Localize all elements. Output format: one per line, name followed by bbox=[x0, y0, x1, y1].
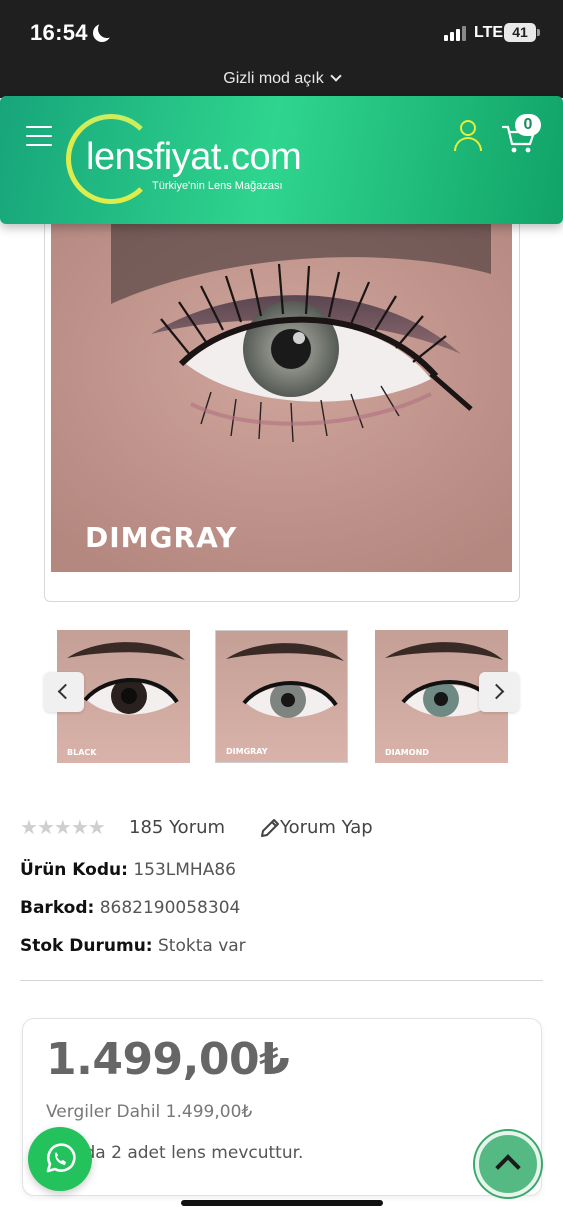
home-indicator bbox=[181, 1200, 383, 1206]
status-bar: 16:54 LTE 41 bbox=[0, 0, 563, 64]
network-label: LTE bbox=[474, 24, 504, 41]
user-icon[interactable] bbox=[453, 120, 483, 152]
star-icon: ★ bbox=[36, 817, 55, 839]
thumb-eye-illustration bbox=[226, 643, 344, 718]
logo-tagline: Türkiye'nin Lens Mağazası bbox=[152, 180, 283, 192]
chevron-up-icon bbox=[495, 1154, 521, 1180]
rating-stars: ★★★★★ bbox=[20, 817, 106, 839]
whatsapp-button[interactable] bbox=[28, 1127, 92, 1191]
battery-cap bbox=[537, 29, 540, 36]
chevron-down-icon bbox=[330, 70, 342, 82]
signal-icon bbox=[444, 25, 468, 41]
product-main-image[interactable]: DIMGRAY bbox=[51, 224, 512, 572]
moon-icon bbox=[98, 20, 116, 38]
site-header: lensfiyat.com Türkiye'nin Lens Mağazası … bbox=[0, 96, 563, 224]
product-code-value: 153LMHA86 bbox=[133, 860, 236, 880]
thumbnail-label: BLACK bbox=[67, 748, 97, 757]
barcode-label: Barkod: bbox=[20, 898, 95, 918]
pencil-icon[interactable] bbox=[259, 817, 281, 839]
thumbnail-label: DIMGRAY bbox=[226, 747, 268, 756]
divider bbox=[20, 980, 543, 981]
star-icon: ★ bbox=[70, 817, 89, 839]
chevron-left-icon bbox=[57, 683, 74, 700]
stock-value: Stokta var bbox=[158, 936, 246, 956]
whatsapp-icon bbox=[46, 1143, 76, 1173]
carousel-prev-button[interactable] bbox=[44, 672, 84, 712]
incognito-label: Gizli mod açık bbox=[223, 70, 324, 87]
logo[interactable]: lensfiyat.com bbox=[86, 136, 302, 179]
menu-icon[interactable] bbox=[26, 126, 52, 148]
thumbnail-label: DIAMOND bbox=[385, 748, 429, 757]
eye-illustration bbox=[51, 224, 512, 572]
scroll-to-top-button[interactable] bbox=[475, 1131, 541, 1197]
write-review-link[interactable]: Yorum Yap bbox=[280, 817, 373, 838]
carousel-next-button[interactable] bbox=[479, 672, 519, 712]
cart-count-badge[interactable]: 0 bbox=[515, 114, 541, 136]
barcode-row: Barkod: 8682190058304 bbox=[20, 898, 240, 918]
product-code-label: Ürün Kodu: bbox=[20, 860, 128, 880]
status-time: 16:54 bbox=[30, 20, 88, 45]
product-code-row: Ürün Kodu: 153LMHA86 bbox=[20, 860, 236, 880]
star-icon: ★ bbox=[20, 817, 38, 839]
tax-note: Vergiler Dahil 1.499,00₺ bbox=[46, 1102, 253, 1122]
battery-icon: 41 bbox=[504, 23, 536, 42]
star-icon: ★ bbox=[53, 817, 72, 839]
stock-label: Stok Durumu: bbox=[20, 936, 153, 956]
main-image-variant-label: DIMGRAY bbox=[85, 521, 238, 554]
thumbnail-dimgray[interactable]: DIMGRAY bbox=[215, 630, 348, 763]
star-icon: ★ bbox=[87, 817, 106, 839]
review-count-link[interactable]: 185 Yorum bbox=[129, 817, 225, 838]
incognito-banner[interactable]: Gizli mod açık bbox=[0, 64, 563, 98]
product-price: 1.499,00₺ bbox=[46, 1034, 290, 1085]
chevron-right-icon bbox=[488, 683, 505, 700]
stock-row: Stok Durumu: Stokta var bbox=[20, 936, 246, 956]
barcode-value: 8682190058304 bbox=[99, 898, 241, 918]
